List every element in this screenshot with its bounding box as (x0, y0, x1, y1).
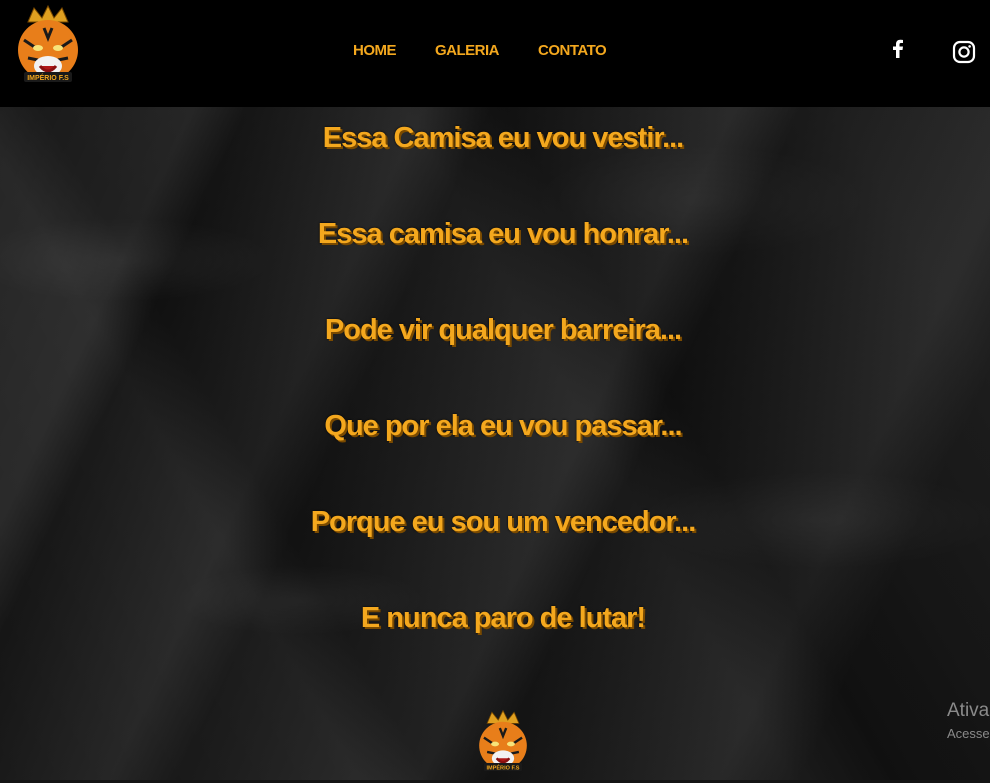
activation-watermark: Ativa Acesse (947, 700, 990, 741)
footer-logo[interactable]: IMPÉRIO F.S (476, 709, 530, 779)
facebook-icon[interactable] (885, 36, 911, 62)
nav-contato[interactable]: CONTATO (538, 42, 607, 59)
lyric-line-3: Pode vir qualquer barreira... (324, 314, 682, 346)
logo-text: IMPÉRIO F.S (27, 73, 69, 82)
watermark-line-2: Acesse (947, 726, 990, 741)
watermark-line-1: Ativa (947, 700, 990, 721)
lyric-line-5: Porque eu sou um vencedor... (310, 506, 697, 538)
imperio-logo[interactable]: IMPÉRIO F.S (14, 4, 82, 92)
lyric-line-1: Essa Camisa eu vou vestir... (322, 122, 684, 154)
lyric-line-2: Essa camisa eu vou honrar... (317, 218, 689, 250)
nav-home[interactable]: HOME (353, 42, 397, 59)
main-nav: HOME GALERIA CONTATO (353, 42, 645, 59)
site-header: IMPÉRIO F.S HOME GALERIA CONTATO (0, 0, 990, 107)
nav-galeria[interactable]: GALERIA (435, 42, 500, 59)
lyric-line-6: E nunca paro de lutar! (360, 602, 646, 634)
lyric-line-4: Que por ela eu vou passar... (324, 410, 682, 442)
crumpled-paper-background (0, 0, 990, 780)
instagram-icon[interactable] (952, 40, 976, 64)
